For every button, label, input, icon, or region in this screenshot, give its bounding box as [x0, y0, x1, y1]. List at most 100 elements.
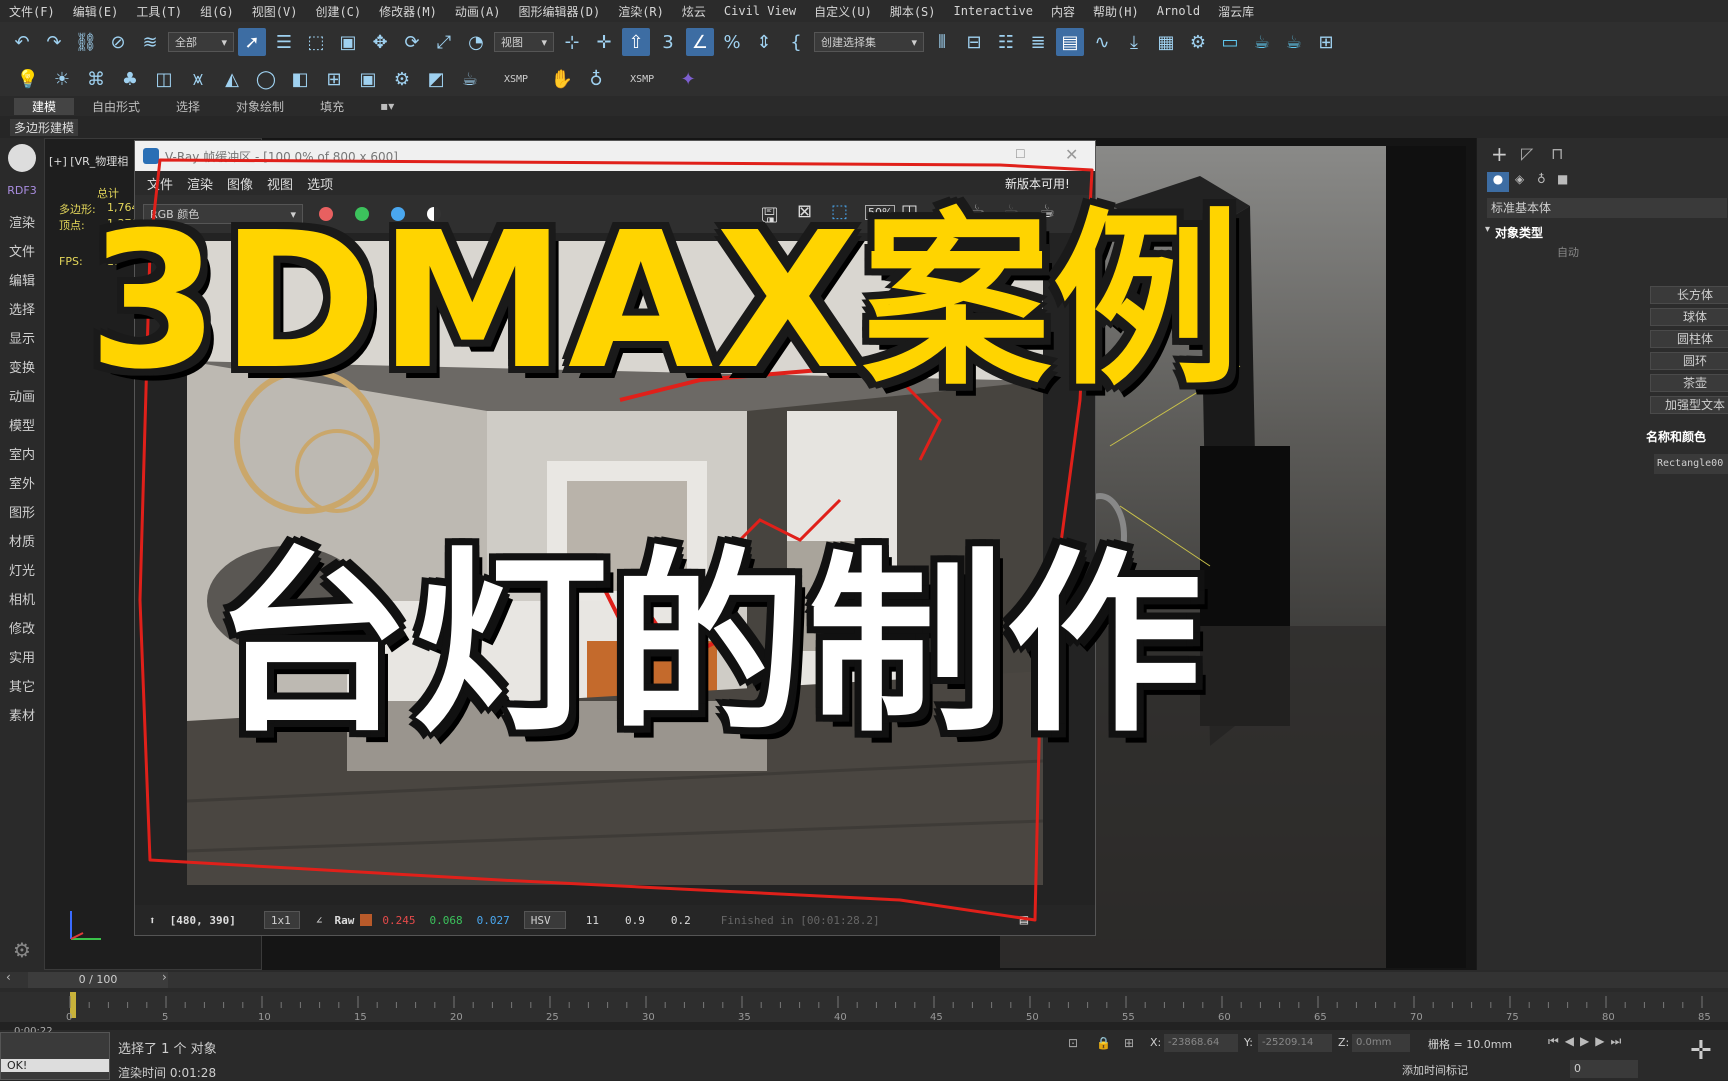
gear-cluster-icon[interactable]: ⚙: [388, 65, 416, 93]
hierarchy-tab-icon[interactable]: ⊓: [1551, 144, 1563, 163]
absolute-mode-icon[interactable]: ⊞: [1124, 1036, 1134, 1050]
time-slider[interactable]: 0 / 100: [28, 972, 168, 988]
render-region-icon[interactable]: ▣: [354, 65, 382, 93]
viewport-navigation-icon[interactable]: ✛: [1690, 1036, 1712, 1066]
left-item-modify[interactable]: 修改: [0, 618, 44, 637]
menu-create[interactable]: 创建(C): [306, 3, 370, 20]
lock-icon[interactable]: 🔒: [1096, 1036, 1111, 1050]
window-crossing-icon[interactable]: ▣: [334, 28, 362, 56]
left-item-other[interactable]: 其它: [0, 676, 44, 695]
layer-icon[interactable]: ◩: [422, 65, 450, 93]
new-version-notice[interactable]: 新版本可用!: [1005, 175, 1070, 192]
left-item-interior[interactable]: 室内: [0, 444, 44, 463]
plugin-logo-icon[interactable]: [0, 144, 44, 176]
playback-controls[interactable]: ⏮◀▶▶⏭: [1548, 1034, 1627, 1049]
percent-snap-icon[interactable]: %: [718, 28, 746, 56]
track-bar[interactable]: 0 5 10 15 20 25 30 35 40 45 50 55 60 65 70 75 80 85: [0, 992, 1728, 1022]
left-item-edit[interactable]: 编辑: [0, 270, 44, 289]
reference-coord-dropdown[interactable]: 视图 ▾: [494, 32, 554, 52]
menu-xuanyun[interactable]: 炫云: [673, 3, 715, 20]
menu-arnold[interactable]: Arnold: [1148, 4, 1209, 18]
material-editor-icon[interactable]: ▦: [1152, 28, 1180, 56]
settings-gear-icon[interactable]: ⚙: [0, 938, 44, 962]
scale-icon[interactable]: ⤢: [430, 28, 458, 56]
object-name-field[interactable]: Rectangle00: [1654, 454, 1728, 474]
sample-size-dropdown[interactable]: 1x1: [263, 911, 300, 929]
redo-icon[interactable]: ↷: [40, 28, 68, 56]
sphere-button[interactable]: 球体: [1650, 308, 1728, 326]
keyboard-shortcut-icon[interactable]: ⇧: [622, 28, 650, 56]
xsmp-label-2[interactable]: XSMP: [630, 74, 654, 85]
viewport-label[interactable]: [+] [VR_物理相: [49, 153, 128, 169]
selection-filter-dropdown[interactable]: 全部 ▾: [168, 32, 234, 52]
menu-liuyunku[interactable]: 溜云库: [1209, 3, 1263, 20]
torus-button[interactable]: 圆环: [1650, 352, 1728, 370]
menu-edit[interactable]: 编辑(E): [64, 3, 128, 20]
color-mode-dropdown[interactable]: HSV: [523, 911, 566, 929]
menu-interactive[interactable]: Interactive: [945, 4, 1042, 18]
cylinder-button[interactable]: 圆柱体: [1650, 330, 1728, 348]
vfb-menu-image[interactable]: 图像: [227, 174, 253, 193]
tab-selection[interactable]: 选择: [158, 98, 218, 115]
vfb-menu-file[interactable]: 文件: [147, 174, 173, 193]
teapot-button[interactable]: 茶壶: [1650, 374, 1728, 392]
ribbon-toggle-icon[interactable]: ▤: [1056, 28, 1084, 56]
plugin-icon[interactable]: ✦: [674, 65, 702, 93]
z-coord-field[interactable]: 0.0mm: [1352, 1034, 1410, 1052]
text-plus-button[interactable]: 加强型文本: [1650, 396, 1728, 414]
rendered-frame-window-icon[interactable]: ▭: [1216, 28, 1244, 56]
left-item-exterior[interactable]: 室外: [0, 473, 44, 492]
maximize-icon[interactable]: ☐: [1015, 147, 1026, 161]
left-item-camera[interactable]: 相机: [0, 589, 44, 608]
xsmp-label-1[interactable]: XSMP: [504, 74, 528, 85]
menu-content[interactable]: 内容: [1042, 3, 1084, 20]
named-selection-dropdown[interactable]: 创建选择集 ▾: [814, 32, 924, 52]
sphere-light-icon[interactable]: ◯: [252, 65, 280, 93]
select-by-name-icon[interactable]: ☰: [270, 28, 298, 56]
color-picker-icon[interactable]: ∠: [316, 914, 323, 927]
grid-icon[interactable]: ⊞: [320, 65, 348, 93]
link-icon[interactable]: ⛓: [72, 28, 100, 56]
vfb-menu-render[interactable]: 渲染: [187, 174, 213, 193]
menu-tools[interactable]: 工具(T): [127, 3, 191, 20]
vfb-titlebar[interactable]: V-Ray 帧缓冲区 - [100.0% of 800 x 600] ☐ ✕: [135, 141, 1095, 171]
menu-view[interactable]: 视图(V): [243, 3, 307, 20]
frame-buffer-icon[interactable]: ◧: [286, 65, 314, 93]
angle-snap-icon[interactable]: ∠: [686, 28, 714, 56]
rect-selection-icon[interactable]: ⬚: [302, 28, 330, 56]
bind-spacewarp-icon[interactable]: ≋: [136, 28, 164, 56]
menu-graph-editors[interactable]: 图形编辑器(D): [510, 3, 610, 20]
schematic-view-icon[interactable]: ⤓: [1120, 28, 1148, 56]
left-item-model[interactable]: 模型: [0, 415, 44, 434]
menu-scripting[interactable]: 脚本(S): [881, 3, 945, 20]
place-icon[interactable]: ◔: [462, 28, 490, 56]
next-frame-icon[interactable]: ›: [162, 970, 176, 988]
render-iterative-icon[interactable]: ☕: [1280, 28, 1308, 56]
hand-icon[interactable]: ✋: [548, 65, 576, 93]
teapot-icon[interactable]: ☕: [456, 65, 484, 93]
cameras-icon[interactable]: ■: [1557, 172, 1568, 186]
ribbon-options-icon[interactable]: ▪▾: [362, 99, 412, 113]
left-item-assets[interactable]: 素材: [0, 705, 44, 724]
curve-editor-icon[interactable]: ∿: [1088, 28, 1116, 56]
left-item-light[interactable]: 灯光: [0, 560, 44, 579]
tab-populate[interactable]: 填充: [302, 98, 362, 115]
left-item-display[interactable]: 显示: [0, 328, 44, 347]
tab-object-paint[interactable]: 对象绘制: [218, 98, 302, 115]
quick-access-icon[interactable]: ⊞: [1312, 28, 1340, 56]
snap-toggle-icon[interactable]: 3: [654, 28, 682, 56]
rotate-icon[interactable]: ⟳: [398, 28, 426, 56]
light-icon[interactable]: 💡: [14, 65, 42, 93]
left-item-select[interactable]: 选择: [0, 299, 44, 318]
left-item-transform[interactable]: 变换: [0, 357, 44, 376]
box-button[interactable]: 长方体: [1650, 286, 1728, 304]
autogrid-checkbox[interactable]: 自动: [1557, 244, 1579, 260]
unlink-icon[interactable]: ⊘: [104, 28, 132, 56]
layer-explorer-icon[interactable]: ≣: [1024, 28, 1052, 56]
selection-lock-icon[interactable]: ⊡: [1068, 1036, 1078, 1050]
shapes-icon[interactable]: ◈: [1515, 172, 1524, 186]
undo-icon[interactable]: ↶: [8, 28, 36, 56]
proxy-icon[interactable]: ◫: [150, 65, 178, 93]
align-icon[interactable]: ⊟: [960, 28, 988, 56]
left-item-material[interactable]: 材质: [0, 531, 44, 550]
